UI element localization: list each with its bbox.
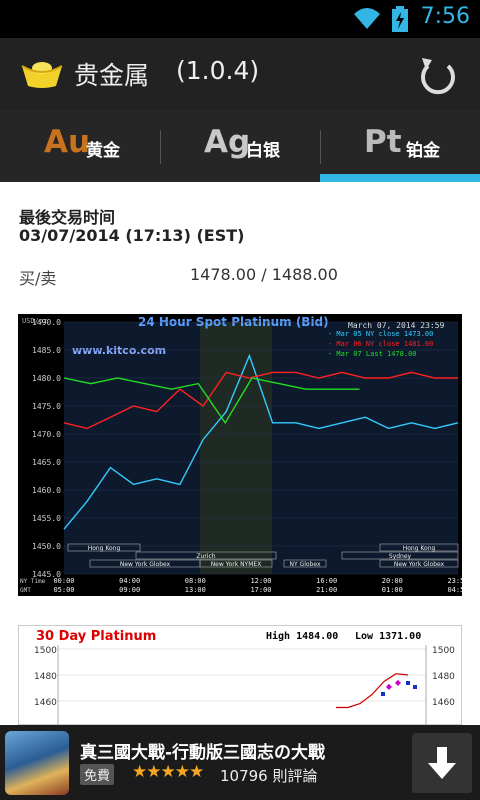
action-bar: 贵金属 (1.0.4) [0,38,480,110]
app-version: (1.0.4) [176,56,260,85]
x-tick-ny: 00:00 [53,577,74,585]
x-tick-ny: 04:00 [119,577,140,585]
bid-ask-value: 1478.00 / 1488.00 [190,265,338,284]
tab-gold[interactable]: Au 黄金 [0,110,160,182]
ad-free-badge: 免費 [80,764,115,785]
status-bar: 7:56 [0,0,480,38]
wifi-icon [354,8,380,29]
x-tick-ny: 20:00 [382,577,403,585]
download-button[interactable] [412,733,472,793]
x-tick-gmt: 04:59 [447,586,462,594]
y-tick-label: 1455.0 [32,514,61,523]
ad-game-icon[interactable] [5,731,69,795]
y-tick-label: 1480.0 [32,374,61,383]
y-tick-label: 1490.0 [32,318,61,327]
chart2-low: Low 1371.00 [355,631,421,642]
legend-entry: - Mar 05 NY close 1473.00 [328,330,433,338]
x-tick-ny: 12:00 [250,577,271,585]
y-tick-left: 1460 [34,698,57,708]
session-label: New York Globex [120,561,171,568]
session-label: New York Globex [394,561,445,568]
data-point [381,692,385,696]
tab-bar: Au 黄金 Ag 白银 Pt 铂金 [0,110,480,182]
kitco-watermark: www.kitco.com [72,344,166,357]
data-point [413,685,417,689]
session-label: Hong Kong [88,545,121,552]
download-arrow-icon [428,747,456,779]
x-tick-gmt: 05:00 [53,586,74,594]
last-trade-label: 最後交易时间 [19,208,116,227]
session-label: New York NYMEX [211,561,262,568]
y-tick-right: 1480 [432,672,455,682]
tab-gold-symbol: Au [44,124,91,160]
y-tick-right: 1500 [432,646,455,656]
ad-review-count: 10796 則評論 [220,767,318,785]
chart-30day-platinum: 30 Day Platinum High 1484.00 Low 1371.00… [18,625,462,725]
x-tick-gmt: 09:00 [119,586,140,594]
refresh-button[interactable] [408,52,468,98]
y-tick-label: 1460.0 [32,486,61,495]
ny-time-label: NY Time [20,578,46,585]
data-point [406,681,410,685]
tab-gold-name: 黄金 [86,141,120,161]
content-area[interactable]: 最後交易时间 03/07/2014 (17:13) (EST) 买/卖 1478… [0,182,480,725]
ad-title[interactable]: 真三國大戰-行動版三國志の大戰 [80,738,325,763]
tab-selected-indicator [320,174,480,182]
legend-entry: - Mar 07 Last 1478.00 [328,350,417,358]
chart-date: March 07, 2014 23:59 [348,321,445,330]
y-tick-left: 1480 [34,672,57,682]
y-tick-label: 1450.0 [32,542,61,551]
last-trade-value: 03/07/2014 (17:13) (EST) [19,226,245,245]
legend-entry: - Mar 06 NY close 1481.00 [328,340,433,348]
session-label: Zurich [196,553,215,560]
tab-platinum-symbol: Pt [364,124,402,160]
refresh-icon [421,58,455,95]
tab-platinum-name: 铂金 [406,141,440,161]
clock: 7:56 [420,4,470,29]
x-tick-gmt: 13:00 [185,586,206,594]
chart2-high: High 1484.00 [266,630,338,642]
x-tick-gmt: 21:00 [316,586,337,594]
app-title: 贵金属 [74,61,150,90]
x-tick-ny: 16:00 [316,577,337,585]
gmt-label: GMT [20,587,31,594]
y-tick-label: 1475.0 [32,402,61,411]
session-label: Hong Kong [403,545,436,552]
gold-ingot-icon [21,62,63,88]
tab-silver-name: 白银 [246,141,280,161]
bid-ask-label: 买/卖 [19,269,57,288]
tab-silver-symbol: Ag [204,124,251,160]
y-tick-label: 1465.0 [32,458,61,467]
ad-banner[interactable]: 真三國大戰-行動版三國志の大戰 免費 ★★★★★ 10796 則評論 [0,725,480,800]
y-tick-label: 1470.0 [32,430,61,439]
chart-24h-platinum: USD/oz 24 Hour Spot Platinum (Bid) March… [18,314,462,596]
tab-platinum[interactable]: Pt 铂金 [320,110,480,182]
x-tick-gmt: 17:00 [250,586,271,594]
data-point: ◆ [395,678,402,687]
ny-session-shade [200,322,272,574]
y-tick-label: 1485.0 [32,346,61,355]
session-label: Sydney [389,553,412,560]
x-tick-ny: 08:00 [185,577,206,585]
tab-silver[interactable]: Ag 白银 [160,110,320,182]
chart2-title: 30 Day Platinum [36,629,156,644]
ad-rating-stars: ★★★★★ [132,762,204,782]
x-tick-gmt: 01:00 [382,586,403,594]
data-point: ◆ [386,682,393,691]
y-tick-right: 1460 [432,698,455,708]
session-label: NY Globex [290,561,321,568]
y-tick-left: 1500 [34,646,57,656]
x-tick-ny: 23:59 [447,577,462,585]
battery-icon [392,6,408,32]
